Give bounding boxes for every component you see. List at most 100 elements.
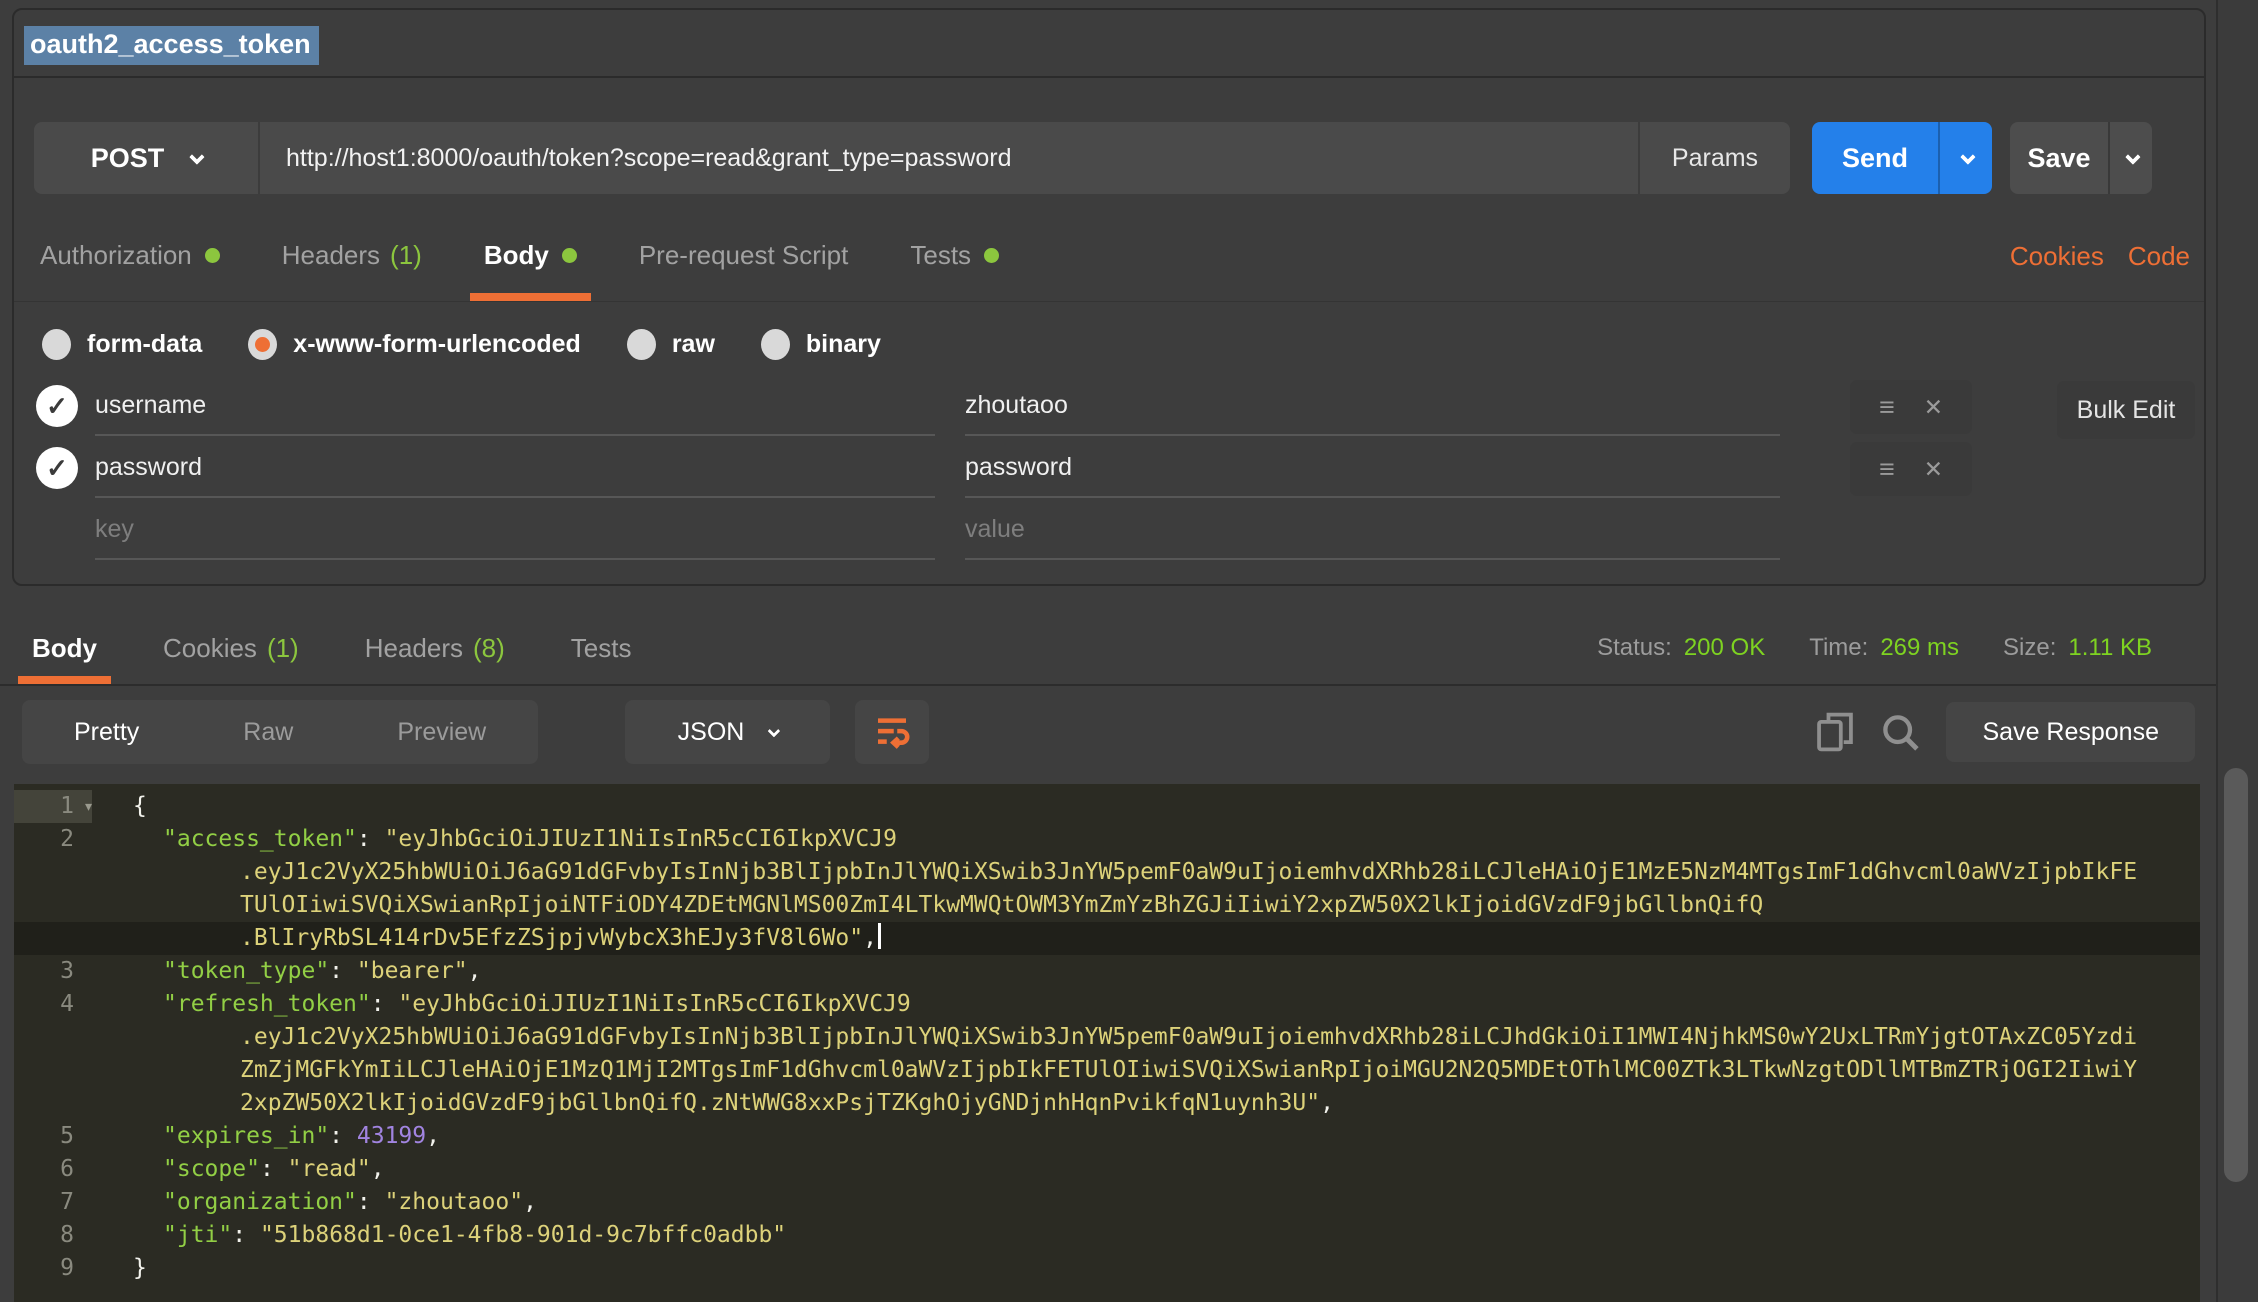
url-input[interactable]: http://host1:8000/oauth/token?scope=read…	[260, 122, 1638, 194]
tab-count-badge: (1)	[267, 633, 299, 664]
send-chevron-icon	[1960, 149, 1976, 165]
row-checkbox-checked[interactable]: ✓	[36, 447, 78, 489]
params-button[interactable]: Params	[1638, 122, 1790, 194]
radio-unselected-icon[interactable]	[761, 329, 790, 360]
line-number	[14, 1021, 92, 1054]
drag-handle-icon[interactable]: ≡	[1879, 392, 1895, 423]
view-mode-pretty[interactable]: Pretty	[22, 700, 191, 764]
line-number	[14, 856, 92, 889]
response-status: Status:200 OK	[1597, 634, 1765, 662]
green-dot	[562, 248, 577, 263]
radio-selected-icon[interactable]	[248, 329, 277, 360]
tab-count-badge: (8)	[473, 633, 505, 664]
fold-arrow-icon[interactable]: ▾	[83, 790, 94, 823]
format-dropdown[interactable]: JSON	[625, 700, 830, 764]
request-links: Cookies Code	[2010, 210, 2190, 302]
line-number	[14, 1054, 92, 1087]
search-button[interactable]	[1880, 712, 1920, 752]
line-number: 5	[14, 1120, 92, 1153]
code-line: 9}	[14, 1252, 2200, 1285]
radio-unselected-icon[interactable]	[42, 329, 71, 360]
bulk-edit-button[interactable]: Bulk Edit	[2057, 381, 2195, 439]
code-line: TUlOIiwiSVQiXSwianRpIjoiNTFiODY4ZDEtMGNl…	[14, 889, 2200, 922]
line-number: 6	[14, 1153, 92, 1186]
key-input[interactable]: username	[95, 376, 935, 436]
code-line: 6"scope": "read",	[14, 1153, 2200, 1186]
code-line: 7"organization": "zhoutaoo",	[14, 1186, 2200, 1219]
wrap-text-icon	[871, 711, 913, 753]
save-chevron-icon	[2125, 149, 2141, 165]
line-number: 3	[14, 955, 92, 988]
save-response-button[interactable]: Save Response	[1946, 702, 2195, 762]
response-body-editor[interactable]: 1▾{2"access_token": "eyJhbGciOiJIUzI1NiI…	[14, 784, 2200, 1302]
remove-row-icon[interactable]: ✕	[1924, 456, 1943, 483]
scrollbar-track[interactable]	[2218, 0, 2258, 1302]
value-input[interactable]: zhoutaoo	[965, 376, 1780, 436]
code-line: .eyJ1c2VyX25hbWUiOiJ6aG91dGFvbyIsInNjb3B…	[14, 856, 2200, 889]
scrollbar-thumb[interactable]	[2224, 768, 2248, 1182]
response-right-tools: Save Response	[1816, 700, 2195, 764]
body-mode-binary[interactable]: binary	[761, 329, 881, 360]
cookies-link[interactable]: Cookies	[2010, 241, 2104, 272]
response-tabs: Body Cookies(1) Headers(8) Tests	[24, 612, 639, 684]
method-label: POST	[91, 143, 165, 174]
code-line: 8"jti": "51b868d1-0ce1-4fb8-901d-9c7bffc…	[14, 1219, 2200, 1252]
format-label: JSON	[678, 718, 745, 747]
kv-row: ✓ username zhoutaoo ≡ ✕	[14, 376, 2204, 438]
method-chevron-icon	[189, 149, 205, 165]
line-number	[14, 1087, 92, 1120]
radio-unselected-icon[interactable]	[627, 329, 656, 360]
view-mode-preview[interactable]: Preview	[345, 700, 538, 764]
request-builder-panel: oauth2_access_token POST http://host1:80…	[12, 8, 2206, 586]
key-input[interactable]: key	[95, 500, 935, 560]
row-checkbox-checked[interactable]: ✓	[36, 385, 78, 427]
row-actions: ≡✕	[1850, 442, 1972, 496]
code-line: .BlIryRbSL414rDv5EfzZSjpjvWybcX3hEJy3fV8…	[14, 922, 2200, 955]
save-label: Save	[2010, 122, 2108, 194]
response-tab-cookies[interactable]: Cookies(1)	[155, 612, 307, 684]
response-toolbar: PrettyRawPreview JSON	[22, 700, 2195, 764]
request-tab-headers[interactable]: Headers(1)	[274, 210, 430, 301]
status-value: 269 ms	[1880, 634, 1959, 662]
line-number: 7	[14, 1186, 92, 1219]
code-line: .eyJ1c2VyX25hbWUiOiJ6aG91dGFvbyIsInNjb3B…	[14, 1021, 2200, 1054]
value-input[interactable]: password	[965, 438, 1780, 498]
request-tab-tests[interactable]: Tests	[902, 210, 1007, 301]
request-title[interactable]: oauth2_access_token	[24, 26, 319, 65]
save-options-button[interactable]	[2108, 122, 2152, 194]
status-value: 1.11 KB	[2068, 634, 2152, 662]
body-mode-x-www-form-urlencoded[interactable]: x-www-form-urlencoded	[248, 329, 581, 360]
status-value: 200 OK	[1684, 634, 1765, 662]
body-mode-form-data[interactable]: form-data	[42, 329, 202, 360]
response-tab-headers[interactable]: Headers(8)	[357, 612, 513, 684]
value-input[interactable]: value	[965, 500, 1780, 560]
send-button[interactable]: Send	[1812, 122, 1992, 194]
view-mode-raw[interactable]: Raw	[191, 700, 345, 764]
key-input[interactable]: password	[95, 438, 935, 498]
format-chevron-icon	[768, 724, 781, 737]
request-tab-pre-request-script[interactable]: Pre-request Script	[631, 210, 857, 301]
drag-handle-icon[interactable]: ≡	[1879, 454, 1895, 485]
request-tab-authorization[interactable]: Authorization	[32, 210, 228, 301]
code-line: 4"refresh_token": "eyJhbGciOiJIUzI1NiIsI…	[14, 988, 2200, 1021]
response-tab-tests[interactable]: Tests	[563, 612, 640, 684]
code-line: 1▾{	[14, 790, 2200, 823]
tab-count-badge: (1)	[390, 240, 422, 271]
method-dropdown[interactable]: POST	[34, 122, 260, 194]
wrap-text-button[interactable]	[855, 700, 929, 764]
body-mode-radios: form-data x-www-form-urlencoded raw binary	[42, 318, 881, 370]
send-options-button[interactable]	[1938, 122, 1992, 194]
response-tab-body[interactable]: Body	[24, 612, 105, 684]
code-line: 3"token_type": "bearer",	[14, 955, 2200, 988]
code-line: ZmZjMGFkYmIiLCJleHAiOjE1MzQ1MjI2MTgsImF1…	[14, 1054, 2200, 1087]
copy-button[interactable]	[1816, 711, 1854, 753]
request-tab-body[interactable]: Body	[476, 210, 585, 301]
save-button[interactable]: Save	[2010, 122, 2152, 194]
request-tab-header: oauth2_access_token	[14, 10, 2204, 78]
postman-window: oauth2_access_token POST http://host1:80…	[0, 0, 2258, 1302]
code-link[interactable]: Code	[2128, 241, 2190, 272]
code-line: 2xpZW50X2lkIjoidGVzdF9jbGllbnQifQ.zNtWWG…	[14, 1087, 2200, 1120]
body-mode-raw[interactable]: raw	[627, 329, 715, 360]
code-line: 5"expires_in": 43199,	[14, 1120, 2200, 1153]
remove-row-icon[interactable]: ✕	[1924, 394, 1943, 421]
